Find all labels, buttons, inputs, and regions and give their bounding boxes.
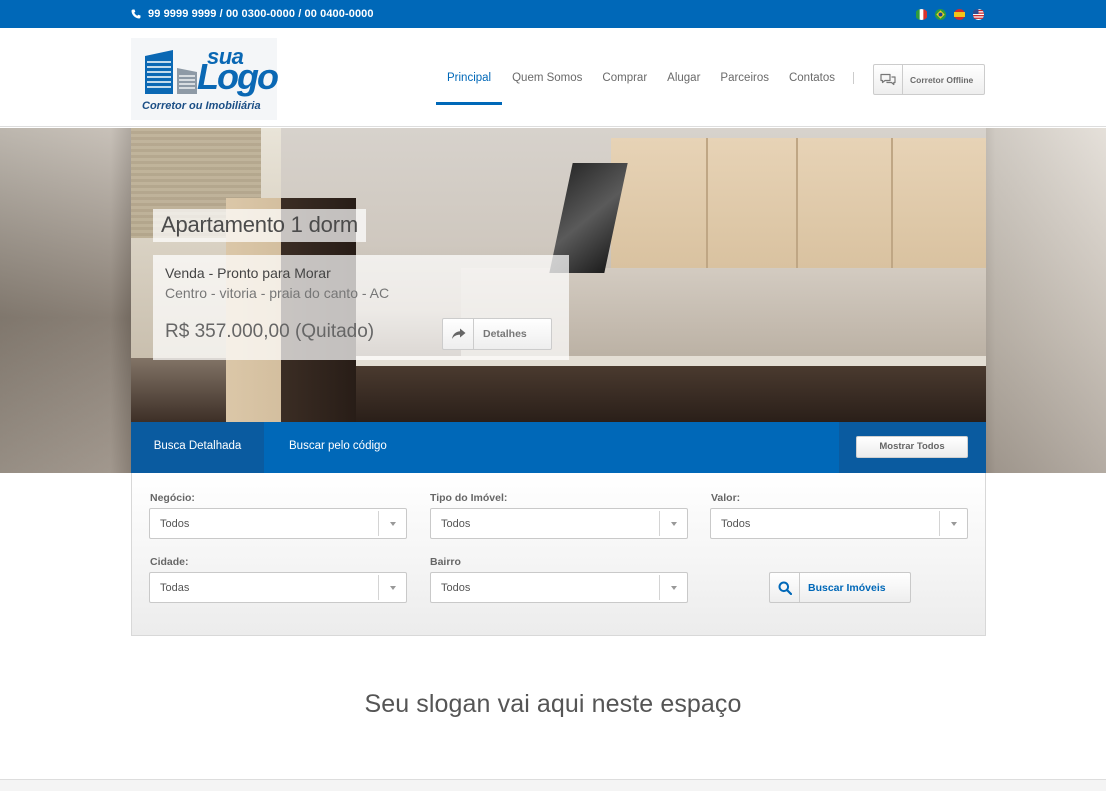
property-type: Venda - Pronto para Morar (165, 265, 331, 281)
flag-spain-icon[interactable] (953, 9, 966, 20)
valor-value: Todos (721, 518, 751, 530)
flag-italy-icon[interactable] (915, 9, 928, 20)
search-icon (770, 573, 800, 602)
footer-strip (0, 779, 1106, 791)
search-properties-button[interactable]: Buscar Imóveis (769, 572, 911, 603)
logo-tagline: Corretor ou Imobiliária (142, 100, 261, 112)
hero-left-fade (0, 128, 131, 473)
language-flags (915, 9, 985, 20)
site-logo[interactable]: sua Logo Corretor ou Imobiliária (131, 38, 279, 120)
corretor-label: Corretor Offline (910, 74, 974, 85)
bairro-select[interactable]: Todos (430, 572, 688, 603)
search-form: Negócio: Todos Tipo do Imóvel: Todos Val… (131, 473, 986, 636)
details-button[interactable]: Detalhes (442, 318, 552, 350)
valor-label: Valor: (711, 492, 741, 504)
negocio-label: Negócio: (150, 492, 195, 504)
chevron-down-icon (378, 511, 406, 536)
chevron-down-icon (378, 575, 406, 600)
flag-brazil-icon[interactable] (934, 9, 947, 20)
lower-cabinets (281, 366, 986, 422)
property-price: R$ 357.000,00 (Quitado) (165, 321, 375, 342)
nav-divider (853, 72, 854, 84)
property-location: Centro - vitoria - praia do canto - AC (165, 285, 390, 301)
nav-item-alugar[interactable]: Alugar (657, 72, 710, 105)
valor-select[interactable]: Todos (710, 508, 968, 539)
chat-icon (874, 65, 903, 94)
cidade-value: Todas (160, 582, 190, 594)
top-bar: 99 9999 9999 / 00 0300-0000 / 00 0400-00… (0, 0, 1106, 28)
corretor-offline-button[interactable]: Corretor Offline (873, 64, 985, 95)
tab-buscar-codigo[interactable]: Buscar pelo código (289, 422, 387, 473)
tipo-imovel-value: Todos (441, 518, 471, 530)
tipo-imovel-label: Tipo do Imóvel: (430, 492, 508, 504)
building-logo-icon (145, 50, 197, 94)
nav-item-contatos[interactable]: Contatos (779, 72, 845, 105)
nav-item-quem-somos[interactable]: Quem Somos (502, 72, 592, 105)
nav-item-comprar[interactable]: Comprar (592, 72, 657, 105)
chevron-down-icon (939, 511, 967, 536)
hero-right-fade (986, 128, 1106, 473)
phone-numbers: 99 9999 9999 / 00 0300-0000 / 00 0400-00… (148, 8, 374, 20)
nav-item-parceiros[interactable]: Parceiros (710, 72, 779, 105)
nav-item-principal[interactable]: Principal (436, 72, 503, 105)
flag-usa-icon[interactable] (972, 9, 985, 20)
site-header: sua Logo Corretor ou Imobiliária Princip… (0, 28, 1106, 127)
phone-info: 99 9999 9999 / 00 0300-0000 / 00 0400-00… (131, 8, 374, 20)
search-tabs-bar: Busca Detalhada Buscar pelo código Mostr… (131, 422, 986, 481)
cidade-select[interactable]: Todas (149, 572, 407, 603)
share-arrow-icon (443, 319, 474, 349)
main-nav: Principal Quem Somos Comprar Alugar Parc… (436, 72, 845, 105)
tipo-imovel-select[interactable]: Todos (430, 508, 688, 539)
show-all-button[interactable]: Mostrar Todos (856, 436, 968, 458)
logo-text-logo: Logo (197, 56, 279, 97)
property-title: Apartamento 1 dorm (153, 209, 366, 242)
upper-cabinets (611, 138, 986, 268)
search-properties-label: Buscar Imóveis (808, 581, 886, 594)
negocio-select[interactable]: Todos (149, 508, 407, 539)
phone-icon (131, 9, 141, 19)
tab-busca-detalhada[interactable]: Busca Detalhada (131, 422, 264, 473)
chevron-down-icon (659, 575, 687, 600)
property-info-box: Venda - Pronto para Morar Centro - vitor… (153, 255, 569, 360)
site-slogan: Seu slogan vai aqui neste espaço (364, 690, 742, 718)
bairro-value: Todos (441, 582, 471, 594)
show-all-area: Mostrar Todos (839, 422, 986, 473)
chevron-down-icon (659, 511, 687, 536)
details-label: Detalhes (483, 328, 527, 340)
cidade-label: Cidade: (150, 556, 189, 568)
bairro-label: Bairro (430, 556, 461, 568)
negocio-value: Todos (160, 518, 190, 530)
